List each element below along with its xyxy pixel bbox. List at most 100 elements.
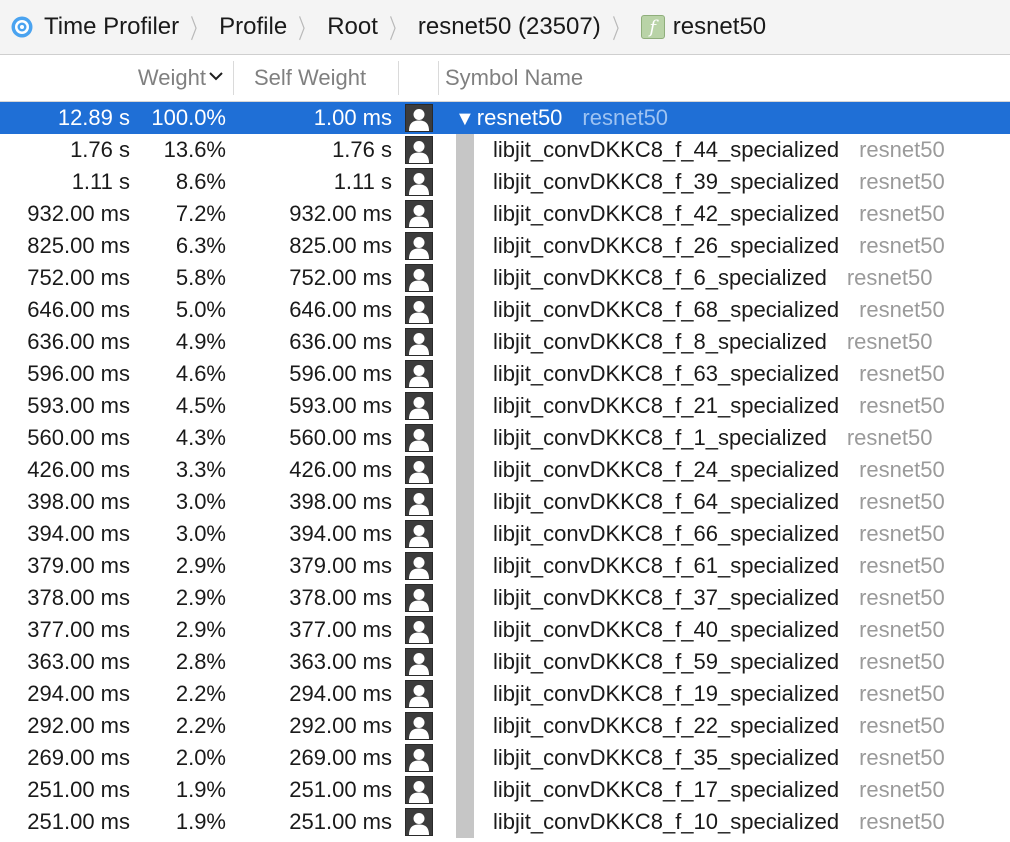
symbol-name: libjit_convDKKC8_f_35_specialized — [493, 745, 840, 770]
breadcrumb-function[interactable]: f resnet50 — [640, 0, 766, 54]
user-code-icon — [405, 328, 433, 356]
tree-indent-guide — [456, 710, 474, 742]
breadcrumb-root[interactable]: Root — [327, 0, 378, 54]
weight-percent: 8.6% — [175, 169, 226, 194]
chevron-right-icon: 〉 — [298, 13, 314, 44]
table-row[interactable]: 596.00 ms 4.6% 596.00 ms libjit_convDKKC8_f… — [0, 358, 1010, 390]
table-row[interactable]: 377.00 ms 2.9% 377.00 ms libjit_convDKKC8_f… — [0, 614, 1010, 646]
table-row[interactable]: 251.00 ms 1.9% 251.00 ms libjit_convDKKC8_f… — [0, 806, 1010, 838]
symbol-name: libjit_convDKKC8_f_26_specialized — [493, 233, 840, 258]
self-weight: 593.00 ms — [289, 393, 392, 418]
column-symbol-name[interactable]: Symbol Name — [445, 55, 583, 101]
table-row[interactable]: 932.00 ms 7.2% 932.00 ms libjit_convDKKC8_f… — [0, 198, 1010, 230]
symbol-name: libjit_convDKKC8_f_63_specialized — [493, 361, 840, 386]
table-row[interactable]: 825.00 ms 6.3% 825.00 ms libjit_convDKKC8_f… — [0, 230, 1010, 262]
library-name: resnet50 — [859, 713, 945, 738]
breadcrumb-label: resnet50 (23507) — [417, 13, 601, 40]
tree-indent-guide — [456, 262, 474, 294]
weight-percent: 5.8% — [175, 265, 226, 290]
table-row[interactable]: 1.11 s 8.6% 1.11 s libjit_convDKKC8_f_39_sp… — [0, 166, 1010, 198]
symbol-cell: libjit_convDKKC8_f_61_specialized resnet5… — [493, 550, 945, 582]
user-code-icon — [405, 456, 433, 484]
column-self-weight-label: Self Weight — [254, 65, 367, 90]
self-weight: 596.00 ms — [289, 361, 392, 386]
symbol-cell: libjit_convDKKC8_f_64_specialized resnet5… — [493, 486, 945, 518]
table-row[interactable]: 394.00 ms 3.0% 394.00 ms libjit_convDKKC8_f… — [0, 518, 1010, 550]
symbol-name: libjit_convDKKC8_f_42_specialized — [493, 201, 840, 226]
library-name: resnet50 — [859, 809, 945, 834]
library-name: resnet50 — [846, 265, 933, 290]
tree-indent-guide — [456, 422, 474, 454]
breadcrumb-profile[interactable]: Profile — [219, 0, 287, 54]
user-code-icon — [405, 424, 433, 452]
table-row[interactable]: 1.76 s 13.6% 1.76 s libjit_convDKKC8_f_44_s… — [0, 134, 1010, 166]
library-name: resnet50 — [859, 361, 945, 386]
table-row[interactable]: 426.00 ms 3.3% 426.00 ms libjit_convDKKC8_f… — [0, 454, 1010, 486]
weight-time: 560.00 ms — [27, 425, 130, 450]
symbol-name: libjit_convDKKC8_f_19_specialized — [493, 681, 840, 706]
table-row[interactable]: 292.00 ms 2.2% 292.00 ms libjit_convDKKC8_f… — [0, 710, 1010, 742]
symbol-cell: libjit_convDKKC8_f_10_specialized resnet5… — [493, 806, 945, 838]
self-weight: 932.00 ms — [289, 201, 392, 226]
weight-percent: 13.6% — [163, 137, 226, 162]
symbol-cell: libjit_convDKKC8_f_42_specialized resnet5… — [493, 198, 945, 230]
library-name: resnet50 — [859, 393, 945, 418]
self-weight: 377.00 ms — [289, 617, 392, 642]
symbol-name: libjit_convDKKC8_f_66_specialized — [493, 521, 840, 546]
table-row[interactable]: 560.00 ms 4.3% 560.00 ms libjit_convDKKC8_f… — [0, 422, 1010, 454]
weight-percent: 1.9% — [175, 809, 226, 834]
weight-time: 398.00 ms — [27, 489, 130, 514]
breadcrumb-label: Time Profiler — [44, 13, 180, 40]
weight-time: 292.00 ms — [27, 713, 130, 738]
column-divider[interactable] — [233, 61, 234, 95]
breadcrumb-process[interactable]: resnet50 (23507) — [418, 0, 601, 54]
table-row[interactable]: 593.00 ms 4.5% 593.00 ms libjit_convDKKC8_f… — [0, 390, 1010, 422]
table-row[interactable]: 636.00 ms 4.9% 636.00 ms libjit_convDKKC8_f… — [0, 326, 1010, 358]
user-code-icon — [405, 808, 433, 836]
table-row[interactable]: 294.00 ms 2.2% 294.00 ms libjit_convDKKC8_f… — [0, 678, 1010, 710]
breadcrumb-label: Root — [327, 13, 378, 40]
table-row[interactable]: 363.00 ms 2.8% 363.00 ms libjit_convDKKC8_f… — [0, 646, 1010, 678]
tree-indent-guide — [456, 166, 474, 198]
symbol-cell: libjit_convDKKC8_f_19_specialized resnet5… — [493, 678, 945, 710]
user-code-icon — [405, 776, 433, 804]
table-row[interactable]: 378.00 ms 2.9% 378.00 ms libjit_convDKKC8_f… — [0, 582, 1010, 614]
symbol-name: libjit_convDKKC8_f_10_specialized — [493, 809, 840, 834]
call-tree: 12.89 s 100.0% 1.00 ms ▼resnet50 resnet50 1.7… — [0, 102, 1010, 838]
weight-time: 646.00 ms — [27, 297, 130, 322]
tree-indent-guide — [456, 550, 474, 582]
column-divider[interactable] — [438, 61, 439, 95]
symbol-name: libjit_convDKKC8_f_6_specialized — [493, 265, 827, 290]
weight-percent: 7.2% — [175, 201, 226, 226]
table-row[interactable]: 646.00 ms 5.0% 646.00 ms libjit_convDKKC8_f… — [0, 294, 1010, 326]
weight-time: 363.00 ms — [27, 649, 130, 674]
column-weight[interactable]: Weight — [138, 55, 224, 101]
table-row[interactable]: 269.00 ms 2.0% 269.00 ms libjit_convDKKC8_f… — [0, 742, 1010, 774]
library-name: resnet50 — [859, 585, 945, 610]
tree-indent-guide — [456, 134, 474, 166]
table-row[interactable]: 12.89 s 100.0% 1.00 ms ▼resnet50 resnet50 — [0, 102, 1010, 134]
symbol-cell: libjit_convDKKC8_f_59_specialized resnet5… — [493, 646, 945, 678]
self-weight: 1.76 s — [332, 137, 392, 162]
disclosure-triangle-icon[interactable]: ▼ — [455, 103, 475, 135]
weight-percent: 2.9% — [175, 553, 226, 578]
user-code-icon — [405, 392, 433, 420]
table-row[interactable]: 398.00 ms 3.0% 398.00 ms libjit_convDKKC8_f… — [0, 486, 1010, 518]
table-row[interactable]: 752.00 ms 5.8% 752.00 ms libjit_convDKKC8_f… — [0, 262, 1010, 294]
column-divider[interactable] — [398, 61, 399, 95]
library-name: resnet50 — [582, 105, 669, 130]
tree-indent-guide — [456, 198, 474, 230]
weight-time: 377.00 ms — [27, 617, 130, 642]
user-code-icon — [405, 712, 433, 740]
symbol-cell: libjit_convDKKC8_f_17_specialized resnet5… — [493, 774, 945, 806]
breadcrumb-time-profiler[interactable]: Time Profiler — [10, 0, 179, 54]
table-row[interactable]: 251.00 ms 1.9% 251.00 ms libjit_convDKKC8_f… — [0, 774, 1010, 806]
weight-percent: 100.0% — [151, 105, 226, 130]
column-self-weight[interactable]: Self Weight — [254, 55, 366, 101]
symbol-name: libjit_convDKKC8_f_1_specialized — [493, 425, 827, 450]
symbol-cell: libjit_convDKKC8_f_21_specialized resnet5… — [493, 390, 945, 422]
weight-time: 12.89 s — [57, 105, 130, 130]
table-row[interactable]: 379.00 ms 2.9% 379.00 ms libjit_convDKKC8_f… — [0, 550, 1010, 582]
tree-indent-guide — [456, 518, 474, 550]
symbol-cell: libjit_convDKKC8_f_24_specialized resnet5… — [493, 454, 945, 486]
